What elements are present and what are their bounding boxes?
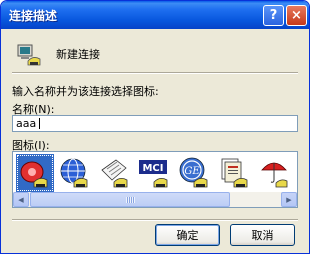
separator-bottom — [12, 219, 298, 221]
globe-phone-icon — [60, 158, 88, 188]
icon-list[interactable]: MCI GE ◀ ▶ — [12, 151, 298, 208]
connection-icon — [17, 44, 41, 66]
close-icon: × — [291, 8, 302, 23]
dialog-body: 新建连接 输入名称并为该连接选择图标: 名称(N): 图标(I): — [4, 29, 306, 252]
icon-row: MCI GE — [13, 152, 297, 192]
horizontal-scrollbar[interactable]: ◀ ▶ — [13, 192, 297, 207]
icon-option-fax[interactable] — [96, 154, 134, 192]
scrollbar-thumb[interactable] — [30, 192, 230, 207]
close-button[interactable]: × — [286, 5, 307, 26]
separator — [12, 72, 298, 74]
icon-option-ge[interactable]: GE — [176, 154, 214, 192]
connection-name-heading: 新建连接 — [56, 48, 100, 61]
scrollbar-grip — [126, 197, 135, 203]
icon-option-document[interactable] — [216, 154, 254, 192]
cancel-button[interactable]: 取消 — [230, 224, 295, 246]
scroll-right-arrow-icon[interactable]: ▶ — [281, 192, 297, 207]
svg-text:MCI: MCI — [142, 163, 163, 174]
svg-text:GE: GE — [184, 166, 200, 177]
help-icon: ? — [269, 8, 278, 23]
icon-option-red-phone[interactable] — [16, 154, 54, 192]
red-phone-icon — [20, 161, 48, 188]
icon-option-umbrella[interactable] — [256, 154, 294, 192]
connection-description-dialog: 连接描述 ? × 新建连接 输入名称并为该连接选择图标: 名称(N): 图标(I… — [0, 0, 310, 254]
icon-option-mci[interactable]: MCI — [136, 154, 174, 192]
ok-button[interactable]: 确定 — [155, 224, 220, 246]
icon-option-globe[interactable] — [56, 154, 94, 192]
prompt-text: 输入名称并为该连接选择图标: — [12, 85, 159, 98]
ge-phone-icon: GE — [179, 157, 208, 188]
name-input[interactable] — [12, 115, 298, 132]
text-caret — [39, 118, 40, 129]
title-bar[interactable]: 连接描述 ? × — [1, 1, 309, 29]
mci-phone-icon: MCI — [139, 160, 168, 188]
help-button[interactable]: ? — [263, 5, 284, 26]
scroll-left-arrow-icon[interactable]: ◀ — [13, 192, 29, 207]
window-title: 连接描述 — [9, 9, 58, 23]
fax-phone-icon — [101, 159, 128, 188]
umbrella-phone-icon — [261, 162, 288, 188]
document-phone-icon — [221, 158, 248, 188]
